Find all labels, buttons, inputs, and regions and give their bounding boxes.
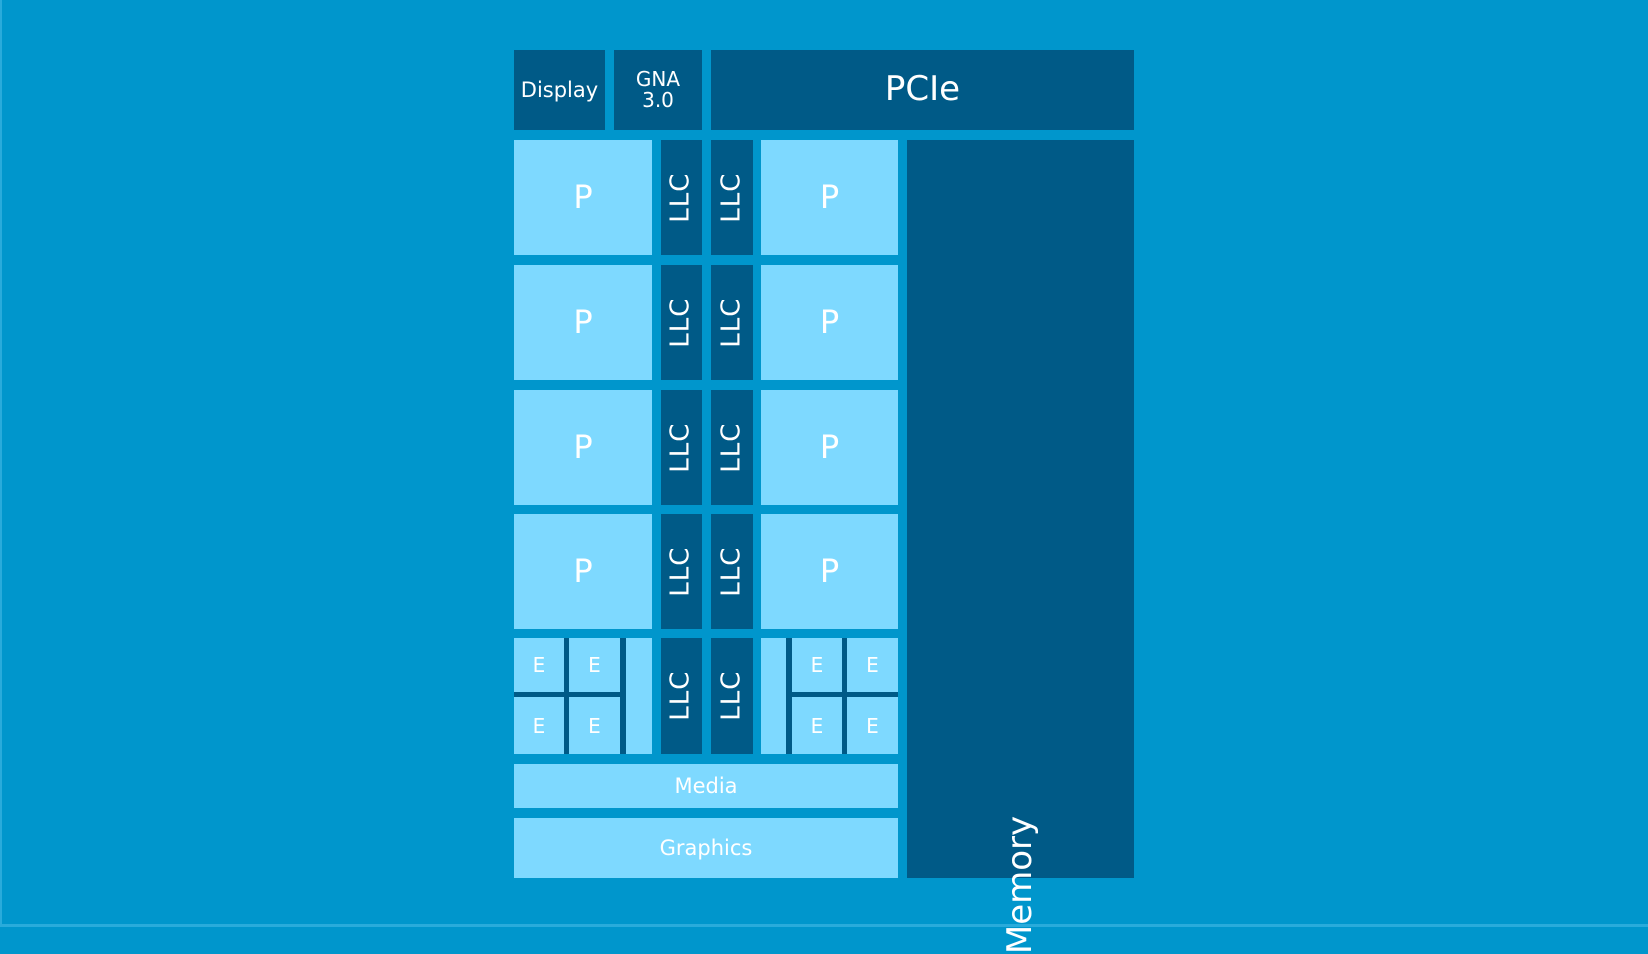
llc-slice: LLC — [661, 514, 702, 629]
e-core-label: E — [588, 713, 601, 738]
llc-slice: LLC — [711, 265, 753, 380]
gna-block: GNA 3.0 — [614, 50, 702, 130]
e-cluster-l2-strip — [761, 638, 786, 754]
p-core: P — [514, 140, 652, 255]
p-core: P — [761, 265, 898, 380]
llc-label: LLC — [716, 546, 747, 597]
e-core: E — [847, 638, 898, 692]
media-block: Media — [514, 764, 898, 808]
e-core: E — [514, 638, 564, 692]
e-cluster-l2-strip — [626, 638, 652, 754]
gna-version-label: 3.0 — [642, 88, 674, 112]
p-core: P — [514, 390, 652, 505]
graphics-block: Graphics — [514, 818, 898, 878]
e-core: E — [847, 697, 898, 754]
p-core-label: P — [573, 302, 593, 341]
pcie-label: PCIe — [884, 69, 961, 110]
p-core: P — [514, 514, 652, 629]
p-core-label: P — [573, 427, 593, 466]
llc-slice: LLC — [661, 140, 702, 255]
e-core-label: E — [866, 713, 879, 738]
e-core: E — [569, 697, 620, 754]
e-core-label: E — [532, 713, 546, 738]
e-core-label: E — [810, 713, 824, 738]
llc-slice: LLC — [661, 390, 702, 505]
e-core: E — [514, 697, 564, 754]
llc-slice: LLC — [711, 390, 753, 505]
llc-slice: LLC — [661, 265, 702, 380]
p-core-label: P — [573, 551, 593, 590]
e-core: E — [569, 638, 620, 692]
e-core-label: E — [866, 653, 879, 677]
e-core: E — [792, 697, 842, 754]
p-core-label: P — [819, 427, 840, 466]
left-edge-line — [0, 0, 2, 927]
p-core-label: P — [819, 177, 840, 216]
e-core-cluster-right: E E E E — [761, 638, 898, 754]
pcie-block: PCIe — [711, 50, 1134, 130]
llc-slice: LLC — [661, 638, 702, 754]
p-core-label: P — [819, 551, 840, 590]
llc-label: LLC — [716, 670, 747, 722]
e-core-label: E — [810, 653, 824, 677]
gna-label: GNA — [635, 67, 681, 91]
p-core: P — [514, 265, 652, 380]
llc-label: LLC — [716, 422, 747, 473]
llc-slice: LLC — [711, 638, 753, 754]
llc-label: LLC — [665, 297, 696, 348]
p-core: P — [761, 140, 898, 255]
llc-slice: LLC — [711, 140, 753, 255]
e-core-cluster-left: E E E E — [514, 638, 652, 754]
p-core-label: P — [819, 302, 840, 341]
llc-label: LLC — [665, 422, 696, 473]
llc-label: LLC — [665, 546, 696, 597]
graphics-label: Graphics — [659, 835, 753, 860]
media-label: Media — [674, 773, 738, 798]
e-core-label: E — [588, 653, 601, 677]
memory-block: Memory — [907, 140, 1134, 954]
p-core: P — [761, 514, 898, 629]
e-core: E — [792, 638, 842, 692]
llc-label: LLC — [716, 172, 747, 223]
llc-label: LLC — [716, 297, 747, 348]
display-label: Display — [520, 77, 599, 102]
e-core-label: E — [532, 653, 546, 677]
display-block: Display — [514, 50, 605, 130]
p-core: P — [761, 390, 898, 505]
p-core-label: P — [573, 177, 593, 216]
llc-label: LLC — [665, 172, 696, 223]
memory-label: Memory — [999, 815, 1040, 954]
llc-slice: LLC — [711, 514, 753, 629]
llc-label: LLC — [665, 670, 696, 722]
